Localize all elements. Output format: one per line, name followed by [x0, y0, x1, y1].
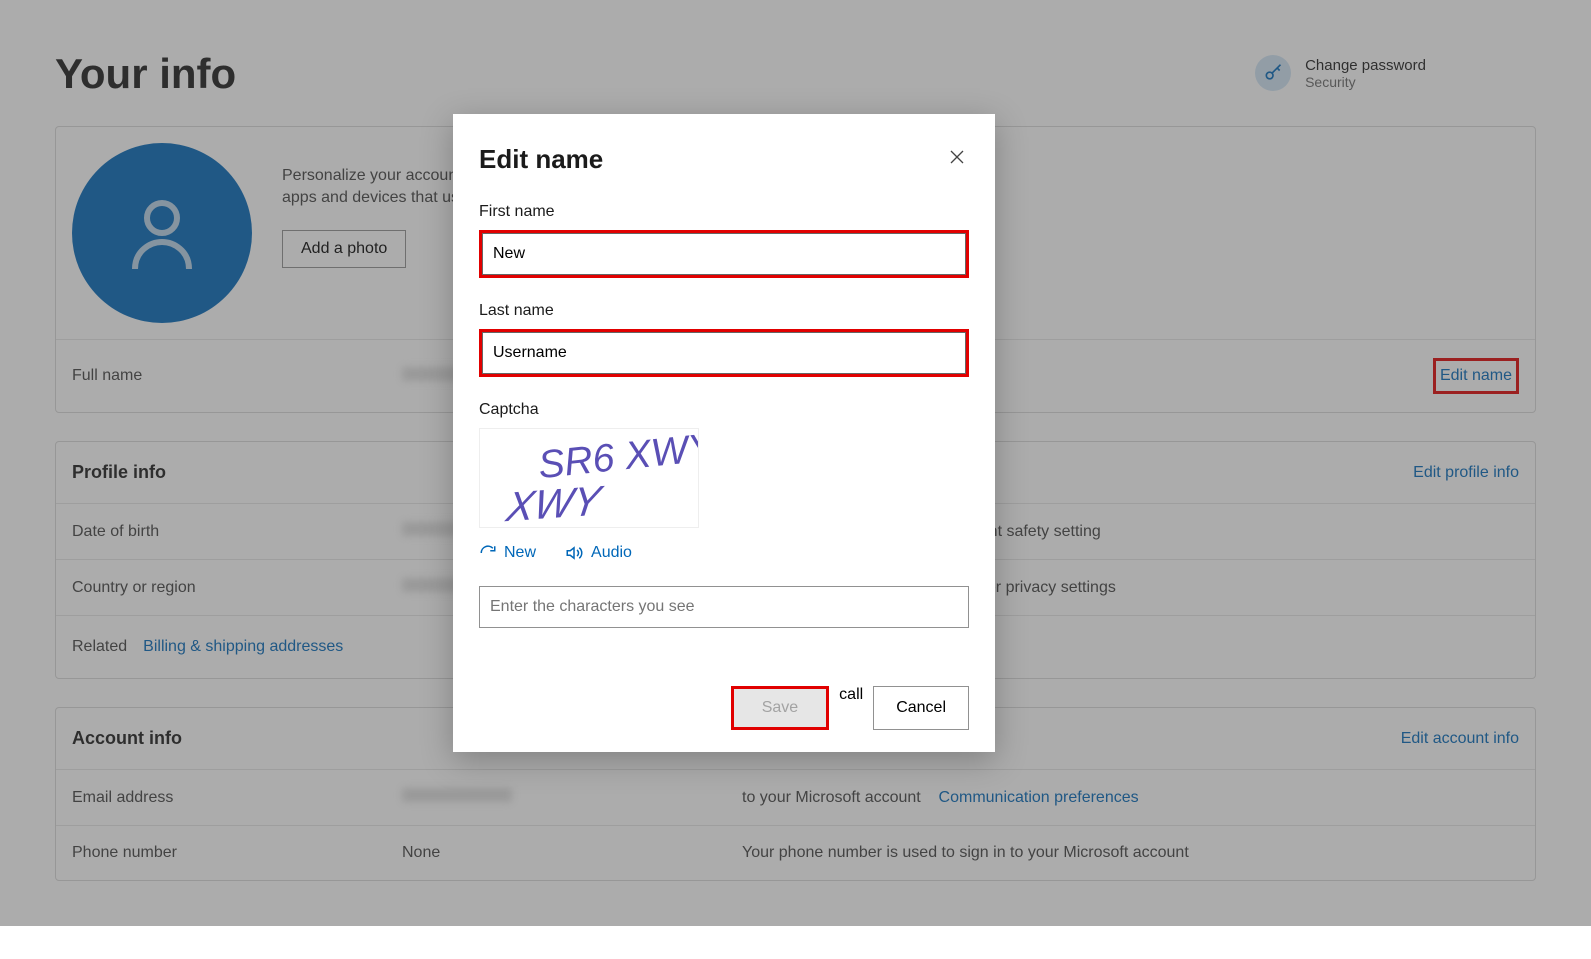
captcha-label: Captcha [479, 401, 969, 419]
refresh-icon [479, 544, 497, 562]
first-name-label: First name [479, 203, 969, 221]
captcha-image: SR6 XWY XWY [479, 428, 699, 528]
captcha-new-button[interactable]: New [479, 544, 536, 562]
close-icon[interactable] [945, 145, 969, 174]
captcha-audio-button[interactable]: Audio [564, 544, 632, 562]
captcha-input[interactable] [479, 586, 969, 628]
svg-text:XWY: XWY [503, 476, 607, 527]
svg-text:SR6 XWY: SR6 XWY [536, 429, 698, 487]
cancel-button[interactable]: Cancel [873, 686, 969, 730]
audio-icon [564, 544, 584, 562]
first-name-input[interactable] [482, 233, 966, 275]
edit-name-dialog: Edit name First name Last name Captcha S… [453, 114, 995, 752]
dialog-title: Edit name [479, 144, 603, 175]
save-button[interactable]: Save [734, 689, 826, 727]
last-name-label: Last name [479, 302, 969, 320]
last-name-input[interactable] [482, 332, 966, 374]
